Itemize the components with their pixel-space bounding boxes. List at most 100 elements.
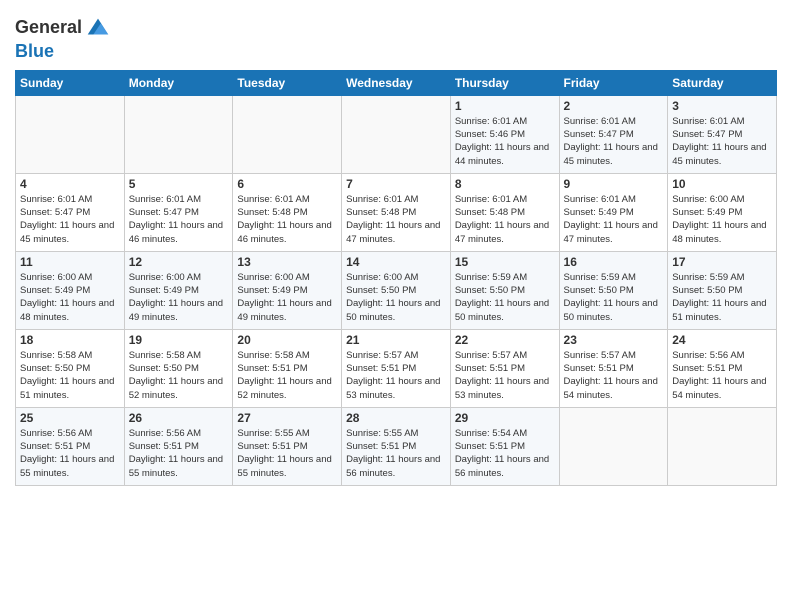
- day-info: Sunrise: 5:58 AMSunset: 5:50 PMDaylight:…: [20, 349, 120, 402]
- weekday-header-sunday: Sunday: [16, 70, 125, 95]
- calendar-week-4: 18 Sunrise: 5:58 AMSunset: 5:50 PMDayligh…: [16, 329, 777, 407]
- day-number: 26: [129, 411, 229, 425]
- calendar-cell: 8 Sunrise: 6:01 AMSunset: 5:48 PMDaylight…: [450, 173, 559, 251]
- calendar-cell: 1 Sunrise: 6:01 AMSunset: 5:46 PMDaylight…: [450, 95, 559, 173]
- day-number: 10: [672, 177, 772, 191]
- weekday-header-friday: Friday: [559, 70, 668, 95]
- calendar-cell: [668, 407, 777, 485]
- day-info: Sunrise: 6:01 AMSunset: 5:47 PMDaylight:…: [672, 115, 772, 168]
- day-number: 8: [455, 177, 555, 191]
- day-info: Sunrise: 5:55 AMSunset: 5:51 PMDaylight:…: [237, 427, 337, 480]
- calendar-cell: 4 Sunrise: 6:01 AMSunset: 5:47 PMDaylight…: [16, 173, 125, 251]
- calendar-cell: 22Sunrise: 5:57 AMSunset: 5:51 PMDayligh…: [450, 329, 559, 407]
- day-info: Sunrise: 6:01 AMSunset: 5:49 PMDaylight:…: [564, 193, 664, 246]
- day-info: Sunrise: 5:57 AMSunset: 5:51 PMDaylight:…: [346, 349, 446, 402]
- day-info: Sunrise: 6:00 AMSunset: 5:49 PMDaylight:…: [672, 193, 772, 246]
- day-info: Sunrise: 6:01 AMSunset: 5:46 PMDaylight:…: [455, 115, 555, 168]
- calendar-cell: [233, 95, 342, 173]
- calendar-cell: 28 Sunrise: 5:55 AMSunset: 5:51 PMDayligh…: [342, 407, 451, 485]
- day-number: 1: [455, 99, 555, 113]
- weekday-header-saturday: Saturday: [668, 70, 777, 95]
- day-number: 20: [237, 333, 337, 347]
- calendar-cell: [559, 407, 668, 485]
- day-number: 17: [672, 255, 772, 269]
- weekday-header-monday: Monday: [124, 70, 233, 95]
- day-info: Sunrise: 6:01 AMSunset: 5:48 PMDaylight:…: [455, 193, 555, 246]
- weekday-header-thursday: Thursday: [450, 70, 559, 95]
- calendar-cell: 27 Sunrise: 5:55 AMSunset: 5:51 PMDayligh…: [233, 407, 342, 485]
- calendar-cell: [16, 95, 125, 173]
- calendar-cell: 20Sunrise: 5:58 AMSunset: 5:51 PMDayligh…: [233, 329, 342, 407]
- day-info: Sunrise: 6:01 AMSunset: 5:48 PMDaylight:…: [237, 193, 337, 246]
- day-info: Sunrise: 5:59 AMSunset: 5:50 PMDaylight:…: [564, 271, 664, 324]
- calendar-cell: 14Sunrise: 6:00 AMSunset: 5:50 PMDayligh…: [342, 251, 451, 329]
- logo-blue: Blue: [15, 42, 112, 62]
- calendar-cell: 16Sunrise: 5:59 AMSunset: 5:50 PMDayligh…: [559, 251, 668, 329]
- day-info: Sunrise: 6:01 AMSunset: 5:47 PMDaylight:…: [20, 193, 120, 246]
- calendar-cell: 24 Sunrise: 5:56 AMSunset: 5:51 PMDayligh…: [668, 329, 777, 407]
- calendar-week-3: 11 Sunrise: 6:00 AMSunset: 5:49 PMDayligh…: [16, 251, 777, 329]
- calendar-cell: 26 Sunrise: 5:56 AMSunset: 5:51 PMDayligh…: [124, 407, 233, 485]
- day-info: Sunrise: 6:00 AMSunset: 5:49 PMDaylight:…: [20, 271, 120, 324]
- logo: General Blue: [15, 14, 112, 62]
- day-number: 25: [20, 411, 120, 425]
- day-number: 11: [20, 255, 120, 269]
- logo-icon: [84, 14, 112, 42]
- logo-text: General: [15, 18, 82, 38]
- calendar-cell: 5 Sunrise: 6:01 AMSunset: 5:47 PMDaylight…: [124, 173, 233, 251]
- day-number: 13: [237, 255, 337, 269]
- day-number: 18: [20, 333, 120, 347]
- calendar-cell: [124, 95, 233, 173]
- header: General Blue: [15, 10, 777, 62]
- calendar-cell: 19 Sunrise: 5:58 AMSunset: 5:50 PMDayligh…: [124, 329, 233, 407]
- day-info: Sunrise: 5:57 AMSunset: 5:51 PMDaylight:…: [455, 349, 555, 402]
- day-info: Sunrise: 6:01 AMSunset: 5:48 PMDaylight:…: [346, 193, 446, 246]
- day-info: Sunrise: 6:00 AMSunset: 5:49 PMDaylight:…: [237, 271, 337, 324]
- weekday-header-wednesday: Wednesday: [342, 70, 451, 95]
- calendar-week-5: 25 Sunrise: 5:56 AMSunset: 5:51 PMDayligh…: [16, 407, 777, 485]
- calendar-cell: 23Sunrise: 5:57 AMSunset: 5:51 PMDayligh…: [559, 329, 668, 407]
- day-number: 5: [129, 177, 229, 191]
- day-info: Sunrise: 6:01 AMSunset: 5:47 PMDaylight:…: [129, 193, 229, 246]
- weekday-header-tuesday: Tuesday: [233, 70, 342, 95]
- day-number: 29: [455, 411, 555, 425]
- day-number: 21: [346, 333, 446, 347]
- calendar-cell: 2Sunrise: 6:01 AMSunset: 5:47 PMDaylight…: [559, 95, 668, 173]
- calendar-week-2: 4 Sunrise: 6:01 AMSunset: 5:47 PMDaylight…: [16, 173, 777, 251]
- day-info: Sunrise: 5:56 AMSunset: 5:51 PMDaylight:…: [20, 427, 120, 480]
- calendar-cell: 21 Sunrise: 5:57 AMSunset: 5:51 PMDayligh…: [342, 329, 451, 407]
- day-number: 27: [237, 411, 337, 425]
- day-info: Sunrise: 5:58 AMSunset: 5:50 PMDaylight:…: [129, 349, 229, 402]
- calendar-cell: 17 Sunrise: 5:59 AMSunset: 5:50 PMDayligh…: [668, 251, 777, 329]
- day-info: Sunrise: 6:00 AMSunset: 5:49 PMDaylight:…: [129, 271, 229, 324]
- day-info: Sunrise: 5:54 AMSunset: 5:51 PMDaylight:…: [455, 427, 555, 480]
- day-number: 12: [129, 255, 229, 269]
- day-info: Sunrise: 5:56 AMSunset: 5:51 PMDaylight:…: [672, 349, 772, 402]
- day-number: 19: [129, 333, 229, 347]
- day-number: 15: [455, 255, 555, 269]
- day-info: Sunrise: 5:59 AMSunset: 5:50 PMDaylight:…: [672, 271, 772, 324]
- weekday-header-row: SundayMondayTuesdayWednesdayThursdayFrid…: [16, 70, 777, 95]
- day-number: 24: [672, 333, 772, 347]
- calendar-cell: 9Sunrise: 6:01 AMSunset: 5:49 PMDaylight…: [559, 173, 668, 251]
- day-info: Sunrise: 6:00 AMSunset: 5:50 PMDaylight:…: [346, 271, 446, 324]
- calendar-cell: 11 Sunrise: 6:00 AMSunset: 5:49 PMDayligh…: [16, 251, 125, 329]
- day-info: Sunrise: 5:55 AMSunset: 5:51 PMDaylight:…: [346, 427, 446, 480]
- calendar-week-1: 1 Sunrise: 6:01 AMSunset: 5:46 PMDaylight…: [16, 95, 777, 173]
- day-number: 3: [672, 99, 772, 113]
- calendar-cell: 3 Sunrise: 6:01 AMSunset: 5:47 PMDaylight…: [668, 95, 777, 173]
- calendar-table: SundayMondayTuesdayWednesdayThursdayFrid…: [15, 70, 777, 486]
- calendar-cell: 6 Sunrise: 6:01 AMSunset: 5:48 PMDaylight…: [233, 173, 342, 251]
- day-number: 6: [237, 177, 337, 191]
- calendar-cell: 29 Sunrise: 5:54 AMSunset: 5:51 PMDayligh…: [450, 407, 559, 485]
- calendar-cell: 18 Sunrise: 5:58 AMSunset: 5:50 PMDayligh…: [16, 329, 125, 407]
- day-info: Sunrise: 5:57 AMSunset: 5:51 PMDaylight:…: [564, 349, 664, 402]
- calendar-cell: 15 Sunrise: 5:59 AMSunset: 5:50 PMDayligh…: [450, 251, 559, 329]
- day-info: Sunrise: 5:59 AMSunset: 5:50 PMDaylight:…: [455, 271, 555, 324]
- day-number: 2: [564, 99, 664, 113]
- day-info: Sunrise: 5:56 AMSunset: 5:51 PMDaylight:…: [129, 427, 229, 480]
- calendar-cell: 25 Sunrise: 5:56 AMSunset: 5:51 PMDayligh…: [16, 407, 125, 485]
- day-number: 4: [20, 177, 120, 191]
- calendar-cell: 7Sunrise: 6:01 AMSunset: 5:48 PMDaylight…: [342, 173, 451, 251]
- day-number: 28: [346, 411, 446, 425]
